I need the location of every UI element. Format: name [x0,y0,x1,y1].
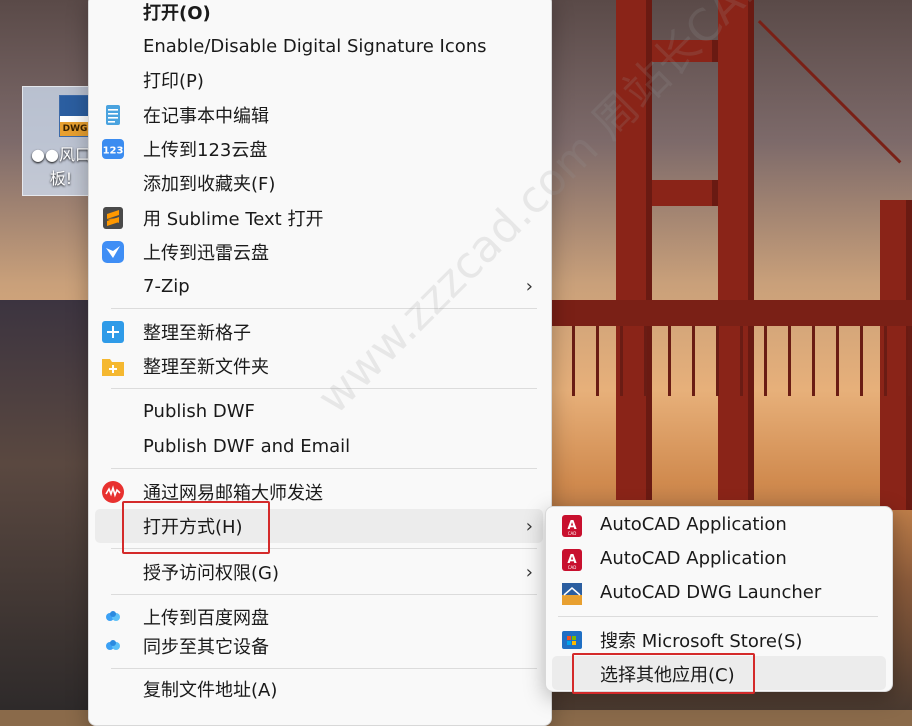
autocad-icon: A CAD [560,514,584,538]
menu-separator [111,468,537,469]
menu-item-publish-dwf-email[interactable]: Publish DWF and Email [95,429,543,463]
menu-separator [111,308,537,309]
menu-item-label: 上传到迅雷云盘 [143,243,269,264]
bridge-tower-beam [652,40,718,62]
menu-item-label: 打开(O) [143,3,211,24]
chevron-right-icon: › [525,515,533,537]
menu-item-label: 通过网易邮箱大师发送 [143,483,323,504]
menu-item-label: 整理至新格子 [143,323,251,344]
bridge-tower-right-leg [718,0,754,500]
submenu-item-autocad-application[interactable]: A CAD AutoCAD Application [552,509,886,543]
submenu-item-label: AutoCAD DWG Launcher [600,582,822,603]
menu-item-label: 整理至新文件夹 [143,357,269,378]
svg-text:CAD: CAD [568,531,577,536]
submenu-item-label: AutoCAD Application [600,548,787,569]
baidu-cloud-icon [101,605,125,629]
menu-item-upload-123-cloud[interactable]: 123 上传到123云盘 [95,132,543,166]
microsoft-store-icon [560,627,584,651]
chevron-right-icon: › [525,275,533,297]
dwg-launcher-icon [560,582,584,606]
bridge-truss [548,326,912,396]
menu-item-open-sublime[interactable]: 用 Sublime Text 打开 [95,201,543,235]
desktop-file-icon[interactable]: DWG ●●风口 板! [22,86,94,196]
menu-item-upload-xunlei[interactable]: 上传到迅雷云盘 [95,235,543,269]
plus-folder-icon [101,354,125,378]
submenu-item-choose-other-app[interactable]: 选择其他应用(C) [552,656,886,690]
chevron-right-icon: › [525,561,533,583]
menu-item-publish-dwf[interactable]: Publish DWF [95,394,543,428]
xunlei-icon [101,240,125,264]
menu-item-label: 授予访问权限(G) [143,563,279,584]
menu-item-grant-access[interactable]: 授予访问权限(G) › [95,555,543,589]
menu-item-label: 复制文件地址(A) [143,680,278,701]
submenu-item-autocad-application[interactable]: A CAD AutoCAD Application [552,543,886,577]
open-with-submenu: A CAD AutoCAD Application A CAD AutoCAD Ap… [545,506,893,692]
menu-item-label: 7-Zip [143,275,190,297]
menu-item-label: 同步至其它设备 [143,637,269,658]
menu-separator [111,668,537,669]
sublime-icon [101,206,125,230]
plus-tile-icon [101,320,125,344]
submenu-item-label: 选择其他应用(C) [600,665,735,686]
menu-item-open[interactable]: 打开(O) [95,0,543,29]
svg-text:CAD: CAD [568,565,577,570]
menu-separator [111,388,537,389]
menu-item-organize-new-folder[interactable]: 整理至新文件夹 [95,349,543,383]
menu-item-7zip[interactable]: 7-Zip › [95,269,543,303]
wallpaper-hill [0,300,100,710]
menu-item-label: Publish DWF and Email [143,435,351,457]
menu-separator [111,594,537,595]
menu-item-copy-path[interactable]: 复制文件地址(A) [95,672,543,706]
submenu-item-autocad-dwg-launcher[interactable]: AutoCAD DWG Launcher [552,577,886,611]
dwg-file-icon: DWG [59,95,91,137]
desktop-file-label: ●●风口 板! [31,145,91,188]
context-menu: 打开(O) Enable/Disable Digital Signature I… [88,0,552,726]
submenu-separator [558,616,878,617]
autocad-icon: A CAD [560,548,584,572]
menu-item-add-favorites[interactable]: 添加到收藏夹(F) [95,166,543,200]
menu-item-print[interactable]: 打印(P) [95,63,543,97]
menu-item-organize-new-tile[interactable]: 整理至新格子 [95,315,543,349]
baidu-sync-icon [101,634,125,658]
netease-mail-icon [101,480,125,504]
submenu-item-label: 搜索 Microsoft Store(S) [600,631,803,652]
menu-item-open-with[interactable]: 打开方式(H) › [95,509,543,543]
menu-item-label: 打印(P) [143,71,204,92]
bridge-tower-left-leg [616,0,652,500]
bridge-deck [548,300,912,326]
svg-text:A: A [567,518,577,532]
svg-text:A: A [567,552,577,566]
menu-item-digital-signature-icons[interactable]: Enable/Disable Digital Signature Icons [95,29,543,63]
menu-separator [111,548,537,549]
123-cloud-icon: 123 [101,137,125,161]
menu-item-label: 打开方式(H) [143,517,243,538]
menu-item-sync-devices[interactable]: 同步至其它设备 [95,629,543,663]
menu-item-label: 上传到百度网盘 [143,608,269,629]
menu-item-edit-notepad[interactable]: 在记事本中编辑 [95,98,543,132]
menu-item-label: Enable/Disable Digital Signature Icons [143,35,487,57]
menu-item-label: Publish DWF [143,400,255,422]
menu-item-label: 在记事本中编辑 [143,106,269,127]
submenu-item-label: AutoCAD Application [600,514,787,535]
menu-item-label: 上传到123云盘 [143,140,268,161]
menu-item-label: 添加到收藏夹(F) [143,174,276,195]
menu-item-label: 用 Sublime Text 打开 [143,209,324,230]
svg-text:123: 123 [103,146,124,157]
bridge-tower-beam [652,180,718,206]
submenu-item-search-microsoft-store[interactable]: 搜索 Microsoft Store(S) [552,622,886,656]
notepad-icon [101,103,125,127]
menu-item-send-netease-mail[interactable]: 通过网易邮箱大师发送 [95,475,543,509]
